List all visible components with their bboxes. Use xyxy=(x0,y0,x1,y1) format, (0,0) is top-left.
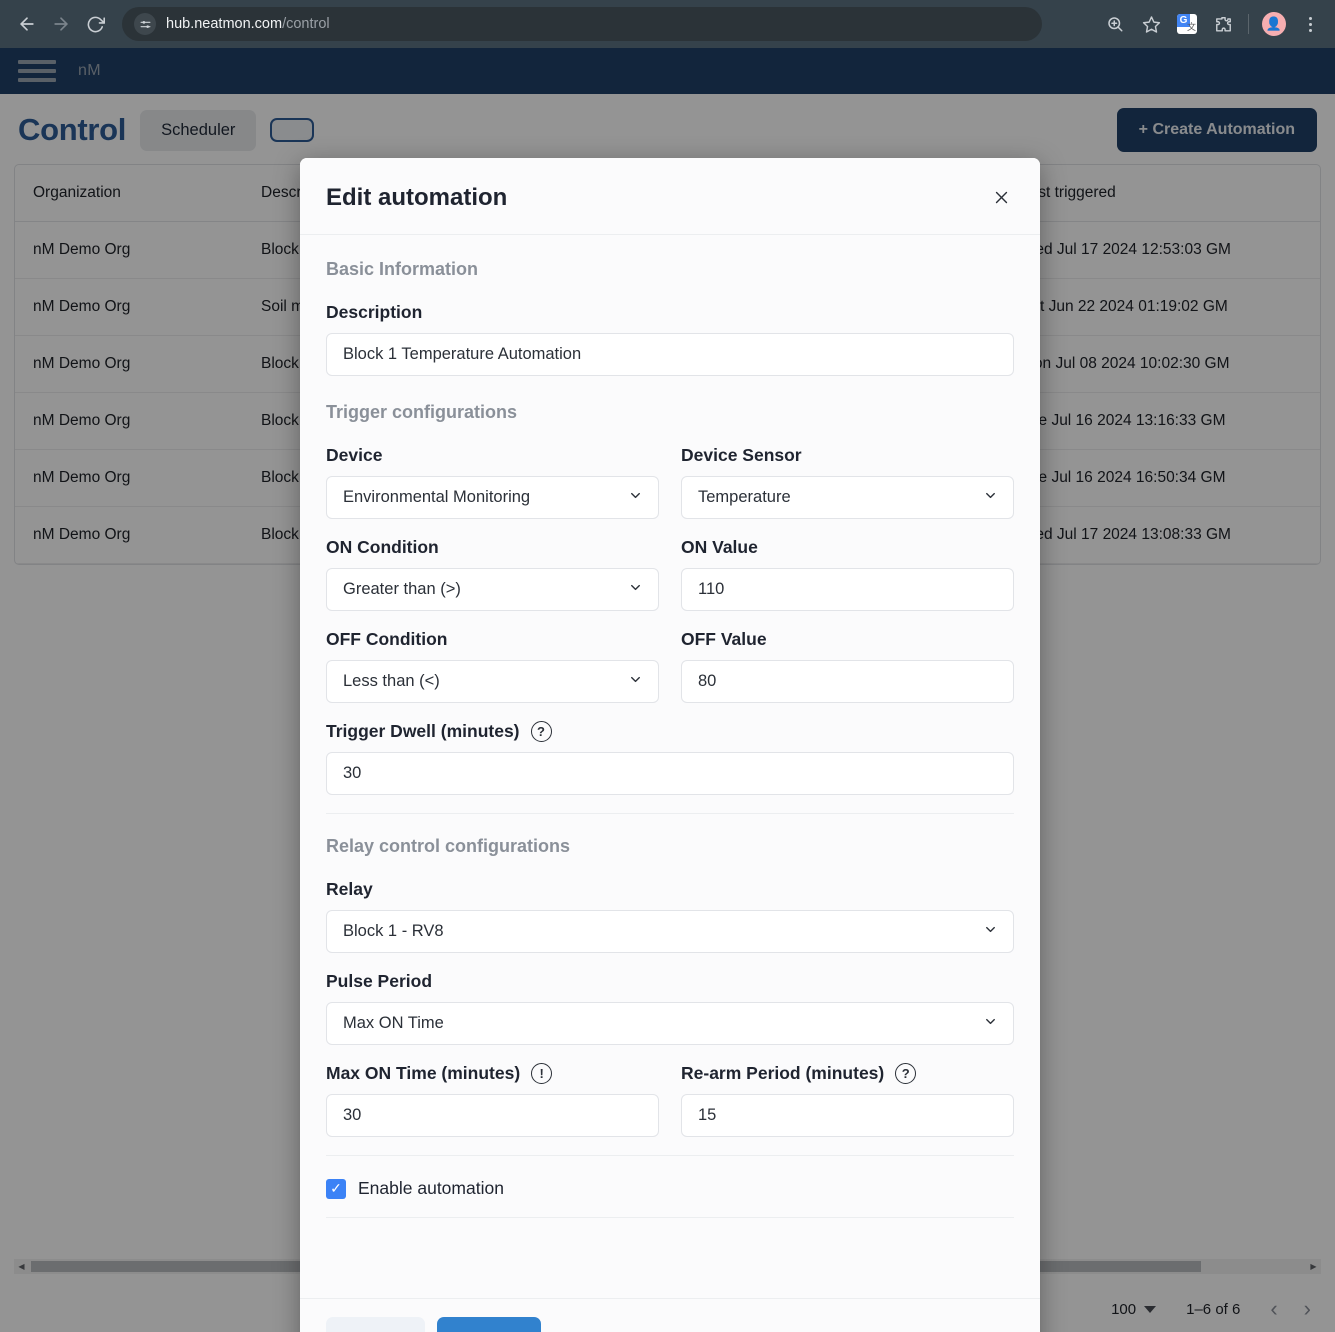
section-divider xyxy=(326,813,1014,814)
row-on-condition: ON Condition Greater than (>) ON Value 1… xyxy=(326,537,1014,611)
section-divider xyxy=(326,1155,1014,1156)
section-basic-information: Basic Information xyxy=(326,259,479,279)
field-pulse-period: Pulse Period Max ON Time xyxy=(326,971,1014,1045)
relay-select-value: Block 1 - RV8 xyxy=(343,922,444,940)
chevron-down-icon xyxy=(983,488,998,508)
field-on-condition: ON Condition Greater than (>) xyxy=(326,537,659,611)
field-off-value: OFF Value 80 xyxy=(681,629,1014,703)
label-device-sensor: Device Sensor xyxy=(681,445,802,465)
help-circle-icon[interactable]: ? xyxy=(530,721,552,742)
pulse-period-select[interactable]: Max ON Time xyxy=(326,1002,1014,1045)
max-on-time-input[interactable]: 30 xyxy=(326,1094,659,1137)
enable-automation-checkbox[interactable]: ✓ xyxy=(326,1178,346,1199)
relay-select[interactable]: Block 1 - RV8 xyxy=(326,910,1014,953)
label-description: Description xyxy=(326,302,423,322)
off-value-input[interactable]: 80 xyxy=(681,660,1014,703)
url-text: hub.neatmon.com/control xyxy=(166,16,330,32)
row-timing: Max ON Time (minutes) ! 30 Re-arm Period… xyxy=(326,1063,1014,1137)
field-on-value: ON Value 110 xyxy=(681,537,1014,611)
label-on-condition: ON Condition xyxy=(326,537,439,557)
url-host: hub.neatmon.com xyxy=(166,16,283,32)
on-condition-select[interactable]: Greater than (>) xyxy=(326,568,659,611)
reload-icon[interactable] xyxy=(78,7,112,41)
label-trigger-dwell-text: Trigger Dwell (minutes) xyxy=(326,721,520,741)
dialog-header: Edit automation xyxy=(300,158,1040,235)
trigger-dwell-input[interactable]: 30 xyxy=(326,752,1014,795)
device-select-value: Environmental Monitoring xyxy=(343,488,531,506)
rearm-period-input[interactable]: 15 xyxy=(681,1094,1014,1137)
label-trigger-dwell: Trigger Dwell (minutes) ? xyxy=(326,721,1014,742)
enable-automation-label: Enable automation xyxy=(358,1178,504,1198)
forward-arrow-icon[interactable] xyxy=(44,7,78,41)
field-rearm-period: Re-arm Period (minutes) ? 15 xyxy=(681,1063,1014,1137)
field-off-condition: OFF Condition Less than (<) xyxy=(326,629,659,703)
chevron-down-icon xyxy=(628,488,643,508)
field-description: Description Block 1 Temperature Automati… xyxy=(326,302,1014,376)
dialog-footer: Cancel Submit xyxy=(300,1298,1040,1332)
url-path: /control xyxy=(282,16,330,32)
field-relay: Relay Block 1 - RV8 xyxy=(326,879,1014,953)
toolbar-divider xyxy=(1248,14,1249,34)
off-condition-select-value: Less than (<) xyxy=(343,672,440,690)
dialog-title: Edit automation xyxy=(326,184,508,211)
label-relay: Relay xyxy=(326,879,373,899)
close-icon[interactable] xyxy=(988,184,1014,210)
profile-avatar-icon[interactable]: 👤 xyxy=(1259,9,1289,39)
edit-automation-dialog: Edit automation Basic Information Descri… xyxy=(300,158,1040,1332)
section-divider xyxy=(326,1217,1014,1218)
zoom-icon[interactable] xyxy=(1100,9,1130,39)
off-condition-select[interactable]: Less than (<) xyxy=(326,660,659,703)
field-max-on-time: Max ON Time (minutes) ! 30 xyxy=(326,1063,659,1137)
enable-automation-row[interactable]: ✓ Enable automation xyxy=(326,1178,1014,1199)
browser-actions: G文 👤 xyxy=(1092,9,1325,39)
label-off-condition: OFF Condition xyxy=(326,629,448,649)
label-rearm-period-text: Re-arm Period (minutes) xyxy=(681,1063,885,1083)
back-arrow-icon[interactable] xyxy=(10,7,44,41)
label-max-on-time-text: Max ON Time (minutes) xyxy=(326,1063,521,1083)
label-device: Device xyxy=(326,445,383,465)
field-trigger-dwell: Trigger Dwell (minutes) ? 30 xyxy=(326,721,1014,795)
cancel-button[interactable]: Cancel xyxy=(326,1317,426,1332)
section-trigger-configurations: Trigger configurations xyxy=(326,402,518,422)
label-rearm-period: Re-arm Period (minutes) ? xyxy=(681,1063,1014,1084)
device-sensor-select[interactable]: Temperature xyxy=(681,476,1014,519)
section-relay-control-configurations: Relay control configurations xyxy=(326,836,571,856)
submit-button[interactable]: Submit xyxy=(437,1317,542,1332)
label-on-value: ON Value xyxy=(681,537,758,557)
label-max-on-time: Max ON Time (minutes) ! xyxy=(326,1063,659,1084)
pulse-period-select-value: Max ON Time xyxy=(343,1014,444,1032)
field-device-sensor: Device Sensor Temperature xyxy=(681,445,1014,519)
chevron-down-icon xyxy=(983,1014,998,1034)
chevron-down-icon xyxy=(983,922,998,942)
browser-menu-icon[interactable] xyxy=(1295,9,1325,39)
on-value-input[interactable]: 110 xyxy=(681,568,1014,611)
row-off-condition: OFF Condition Less than (<) OFF Value 80 xyxy=(326,629,1014,703)
device-select[interactable]: Environmental Monitoring xyxy=(326,476,659,519)
app-root: nM Control Scheduler + Create Automation… xyxy=(0,48,1335,1332)
site-settings-icon[interactable] xyxy=(134,13,156,35)
field-device: Device Environmental Monitoring xyxy=(326,445,659,519)
address-bar[interactable]: hub.neatmon.com/control xyxy=(122,7,1042,41)
chevron-down-icon xyxy=(628,672,643,692)
extensions-puzzle-icon[interactable] xyxy=(1208,9,1238,39)
alert-circle-icon[interactable]: ! xyxy=(531,1063,553,1084)
browser-toolbar: hub.neatmon.com/control G文 👤 xyxy=(0,0,1335,48)
google-translate-icon[interactable]: G文 xyxy=(1172,9,1202,39)
chevron-down-icon xyxy=(628,580,643,600)
label-pulse-period: Pulse Period xyxy=(326,971,433,991)
on-condition-select-value: Greater than (>) xyxy=(343,580,461,598)
description-input[interactable]: Block 1 Temperature Automation xyxy=(326,333,1014,376)
help-circle-icon[interactable]: ? xyxy=(895,1063,917,1084)
row-device: Device Environmental Monitoring Device S… xyxy=(326,445,1014,519)
dialog-body: Basic Information Description Block 1 Te… xyxy=(300,235,1040,1298)
star-icon[interactable] xyxy=(1136,9,1166,39)
device-sensor-select-value: Temperature xyxy=(698,488,791,506)
label-off-value: OFF Value xyxy=(681,629,767,649)
